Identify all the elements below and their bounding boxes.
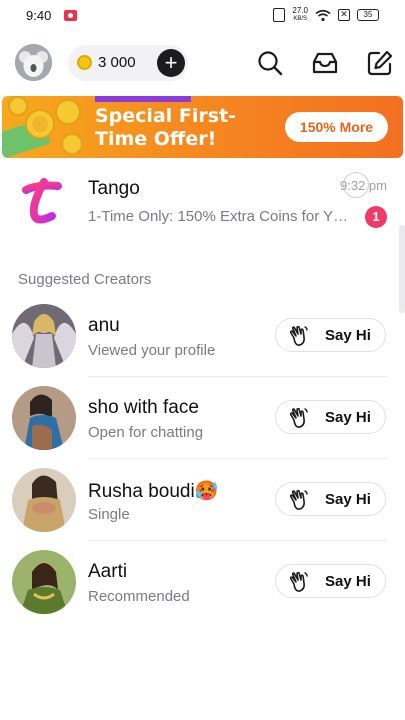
say-hi-label: Say Hi (325, 573, 371, 590)
creator-name: Rusha boudi🥵 (88, 481, 219, 502)
say-hi-button[interactable]: Say Hi (275, 564, 386, 598)
conversation-time: 9:32 pm (340, 178, 387, 193)
say-hi-button[interactable]: Say Hi (275, 482, 386, 516)
tango-logo-icon (22, 178, 62, 224)
status-icons: 27.0 KB/S ✕ 35 (273, 7, 379, 23)
avatar[interactable] (12, 468, 76, 532)
wifi-icon (315, 9, 331, 21)
creator-subtitle: Recommended (88, 588, 190, 605)
wave-hand-icon (289, 325, 308, 346)
list-item[interactable]: Rusha boudi🥵 Single Say Hi (0, 459, 405, 541)
compose-icon[interactable] (367, 50, 393, 76)
top-header: 3 000 + (0, 40, 405, 88)
list-item[interactable]: anu Viewed your profile Say Hi (0, 295, 405, 377)
status-bar: 9:40 27.0 KB/S ✕ 35 (0, 0, 405, 32)
wave-hand-icon (289, 571, 308, 592)
section-title: Suggested Creators (18, 271, 152, 288)
koala-avatar-icon (15, 44, 52, 81)
say-hi-label: Say Hi (325, 409, 371, 426)
banner-tab-accent (95, 96, 191, 102)
my-avatar[interactable] (15, 44, 52, 81)
inbox-icon[interactable] (312, 50, 338, 76)
wave-hand-icon (289, 407, 308, 428)
avatar[interactable] (12, 550, 76, 614)
say-hi-button[interactable]: Say Hi (275, 400, 386, 434)
avatar[interactable] (12, 304, 76, 368)
search-icon[interactable] (257, 50, 283, 76)
add-coins-button[interactable]: + (157, 49, 185, 77)
avatar[interactable] (12, 386, 76, 450)
network-speed-value: 27.0 (292, 6, 308, 15)
say-hi-label: Say Hi (325, 327, 371, 344)
creator-photo (12, 550, 76, 614)
coin-balance[interactable]: 3 000 + (68, 45, 188, 81)
battery-icon: 35 (357, 9, 379, 21)
say-hi-button[interactable]: Say Hi (275, 318, 386, 352)
coin-icon (77, 55, 92, 70)
creator-subtitle: Single (88, 506, 130, 523)
wave-hand-icon (289, 489, 308, 510)
status-time: 9:40 (26, 8, 52, 23)
creator-photo (12, 386, 76, 450)
creator-subtitle: Viewed your profile (88, 342, 216, 359)
suggested-creators-list: anu Viewed your profile Say Hi sho with … (0, 295, 405, 623)
creator-photo (12, 468, 76, 532)
conversation-preview: 1-Time Only: 150% Extra Coins for Y… (88, 208, 349, 225)
say-hi-label: Say Hi (325, 491, 371, 508)
banner-title: Special First-Time Offer! (95, 105, 237, 150)
list-item[interactable]: sho with face Open for chatting Say Hi (0, 377, 405, 459)
record-icon (64, 10, 77, 21)
creator-name: sho with face (88, 397, 199, 418)
unread-badge: 1 (365, 206, 387, 228)
network-speed-unit: KB/S (293, 16, 308, 22)
sim-off-icon: ✕ (338, 9, 350, 21)
money-illustration-icon (2, 96, 83, 158)
conversation-name: Tango (88, 178, 140, 199)
creator-name: Aarti (88, 561, 128, 582)
coin-count: 3 000 (98, 54, 136, 71)
creator-name: anu (88, 315, 120, 336)
vibrate-icon (273, 8, 286, 22)
conversation-tango[interactable]: Tango 1-Time Only: 150% Extra Coins for … (0, 168, 405, 238)
banner-more-button[interactable]: 150% More (285, 112, 388, 142)
special-offer-banner[interactable]: Special First-Time Offer! 150% More (2, 96, 403, 158)
list-item[interactable]: Aarti Recommended Say Hi (0, 541, 405, 623)
network-speed: 27.0 KB/S (292, 7, 308, 23)
creator-photo (12, 304, 76, 368)
creator-subtitle: Open for chatting (88, 424, 204, 441)
